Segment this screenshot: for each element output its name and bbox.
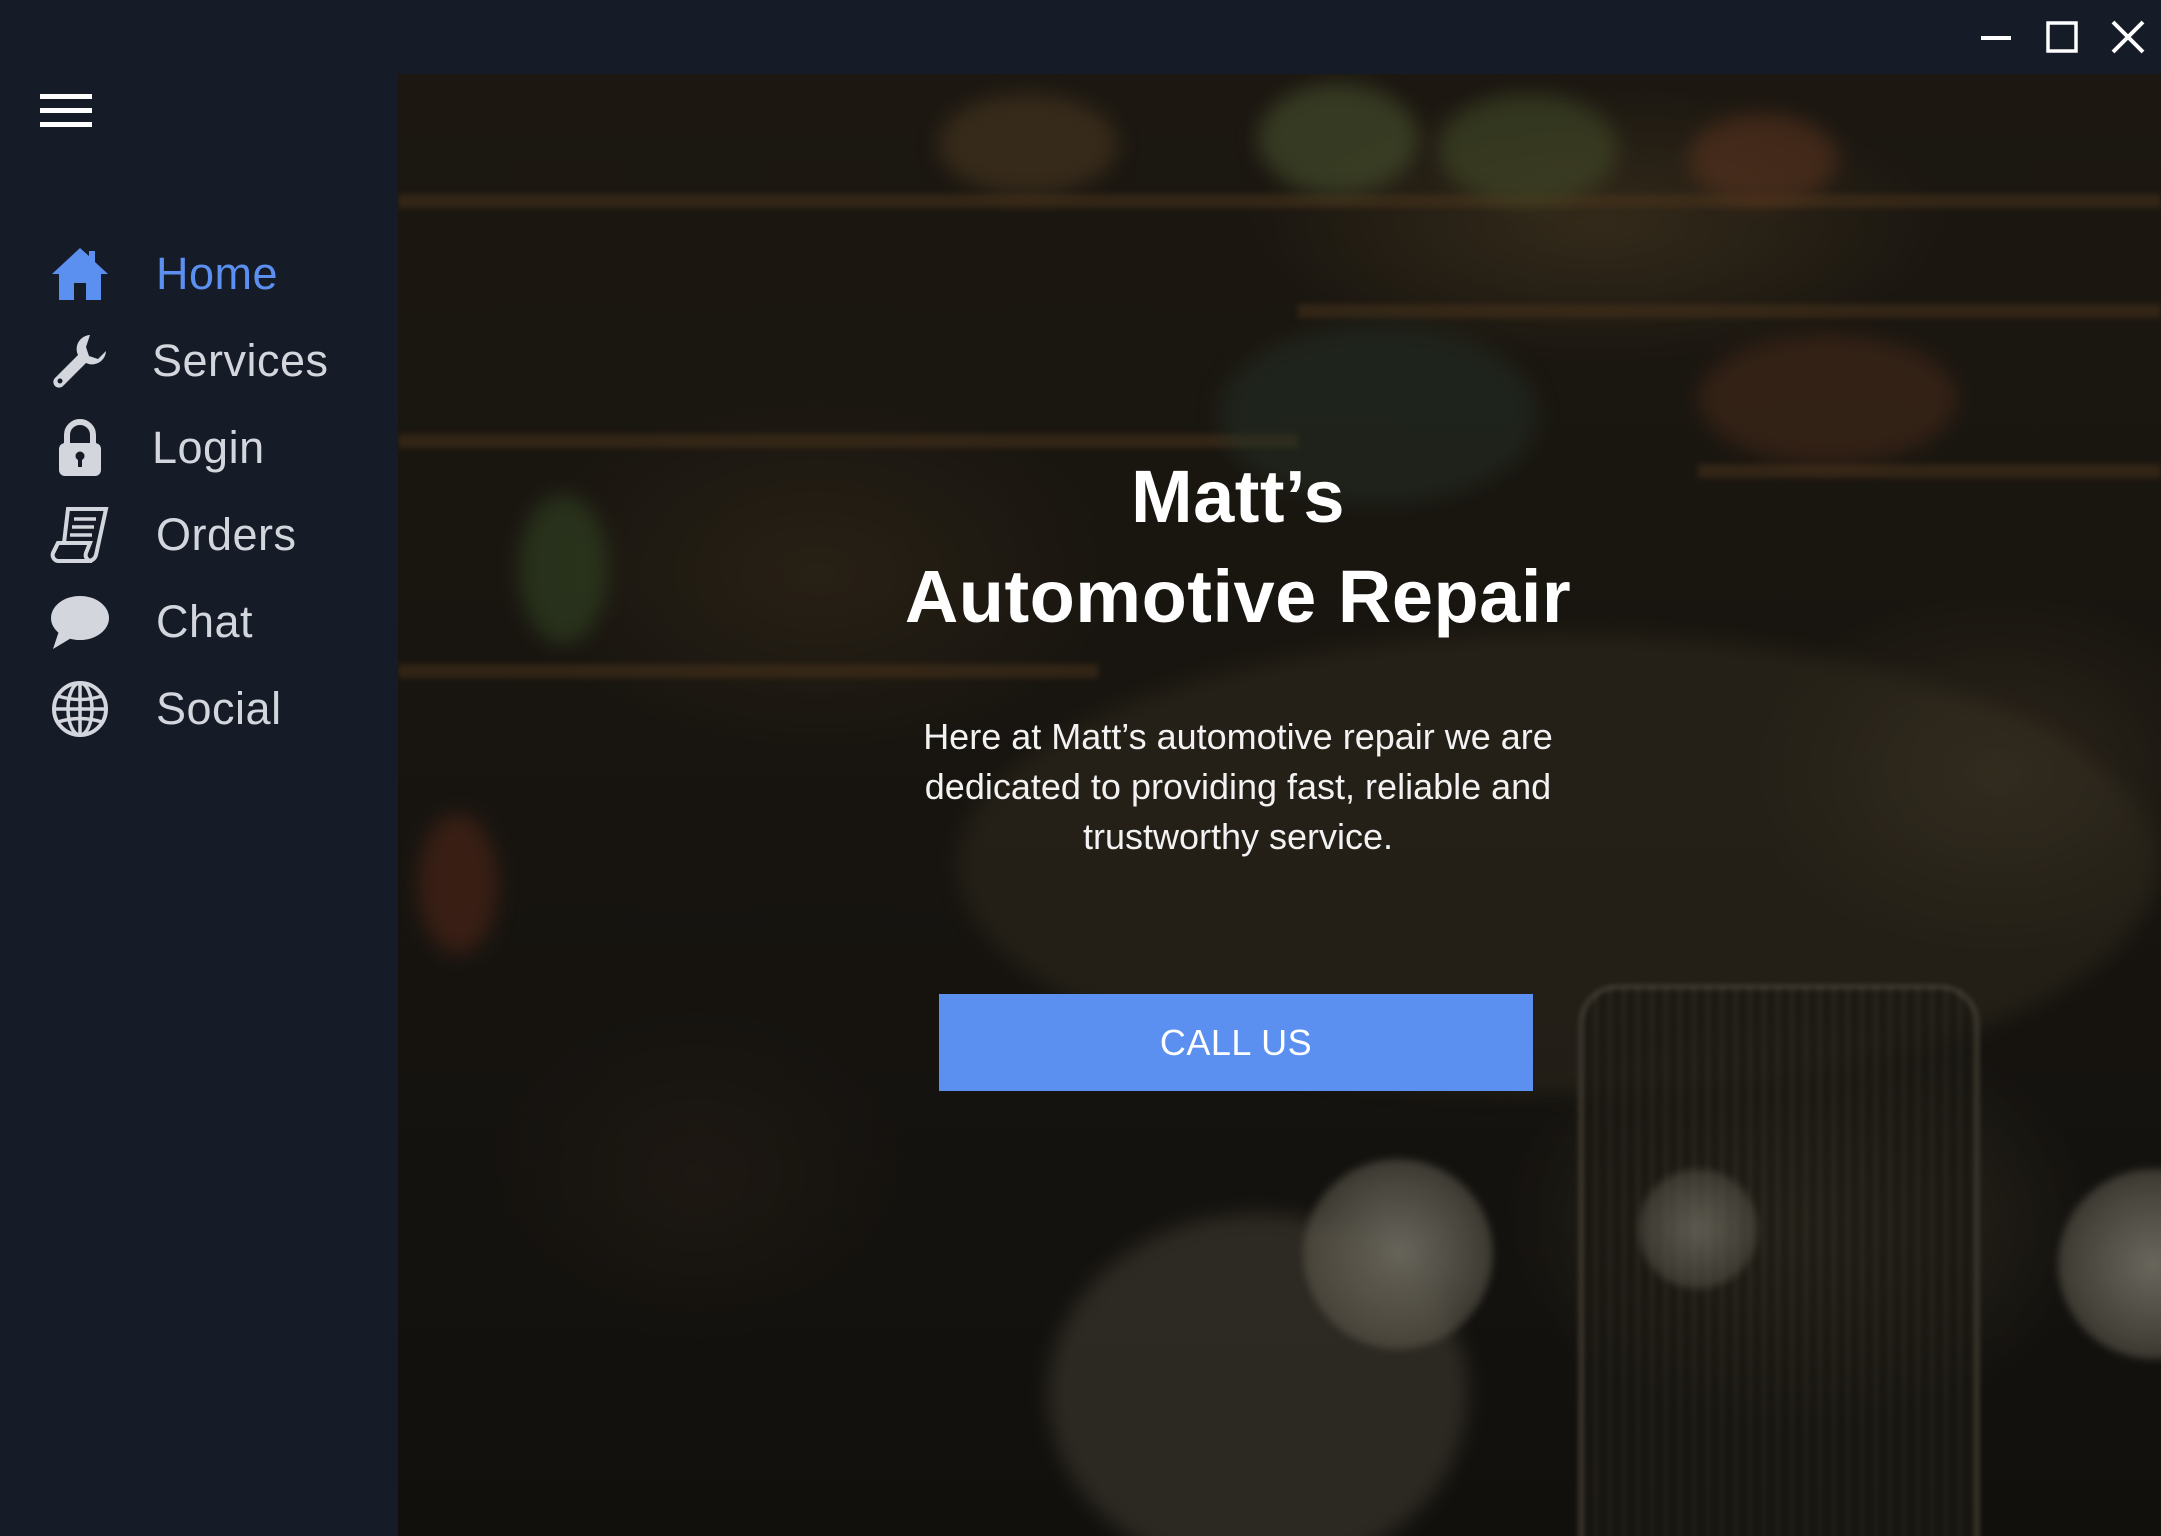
- sidebar: Home Services Login Orders Chat Social: [0, 0, 398, 1536]
- sidebar-item-home[interactable]: Home: [0, 230, 398, 317]
- home-icon: [48, 242, 112, 306]
- sidebar-item-label: Chat: [156, 595, 254, 647]
- hero-title-line-1: Matt’s: [1130, 455, 1346, 538]
- close-icon: [2111, 20, 2145, 54]
- hero-content: Matt’s Automotive Repair Here at Matt’s …: [398, 74, 2161, 1536]
- sidebar-item-label: Services: [152, 334, 329, 386]
- sidebar-item-login[interactable]: Login: [0, 404, 398, 491]
- sidebar-item-orders[interactable]: Orders: [0, 491, 398, 578]
- window-controls: [1963, 0, 2161, 74]
- lock-icon: [48, 416, 112, 480]
- sidebar-nav: Home Services Login Orders Chat Social: [0, 230, 398, 752]
- sidebar-item-label: Social: [156, 682, 282, 734]
- hamburger-menu-icon: [40, 94, 92, 127]
- hero-description: Here at Matt’s automotive repair we are …: [923, 716, 1553, 857]
- hero-title-line-2: Automotive Repair: [904, 555, 1572, 638]
- sidebar-item-chat[interactable]: Chat: [0, 578, 398, 665]
- sidebar-item-social[interactable]: Social: [0, 665, 398, 752]
- sidebar-item-label: Login: [152, 421, 265, 473]
- globe-icon: [48, 677, 112, 741]
- minimize-button[interactable]: [1963, 0, 2029, 74]
- hamburger-menu-button[interactable]: [38, 88, 94, 134]
- app-window: Home Services Login Orders Chat Social M…: [0, 0, 2161, 1536]
- hero-section: Matt’s Automotive Repair Here at Matt’s …: [398, 74, 2161, 1536]
- minimize-icon: [1981, 36, 2011, 40]
- sidebar-item-label: Orders: [156, 508, 297, 560]
- wrench-icon: [48, 329, 112, 393]
- maximize-button[interactable]: [2029, 0, 2095, 74]
- maximize-icon: [2046, 21, 2078, 53]
- call-us-button[interactable]: CALL US: [939, 994, 1533, 1091]
- receipt-icon: [48, 503, 112, 567]
- sidebar-item-label: Home: [156, 247, 279, 299]
- sidebar-item-services[interactable]: Services: [0, 317, 398, 404]
- chat-bubble-icon: [48, 590, 112, 654]
- close-button[interactable]: [2095, 0, 2161, 74]
